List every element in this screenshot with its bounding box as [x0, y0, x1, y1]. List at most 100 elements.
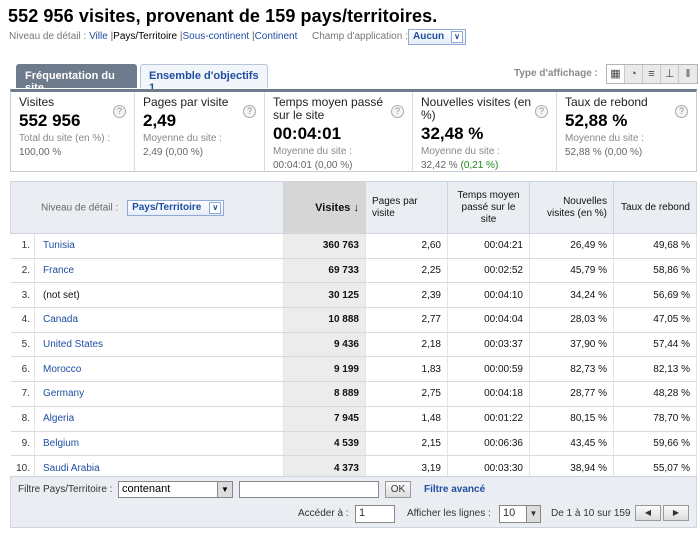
- scope-select[interactable]: Aucun ∨: [408, 29, 466, 45]
- metric-pages-par-visite: Pages par visite 2,49 Moyenne du site : …: [135, 92, 265, 171]
- metric-title: Pages par visite: [143, 95, 229, 109]
- view-type-label: Type d'affichage :: [514, 68, 598, 79]
- cell-taux-de-rebond: 47,05 %: [613, 307, 697, 333]
- help-icon[interactable]: ?: [243, 105, 256, 118]
- metric-value: 00:04:01: [273, 124, 342, 143]
- help-icon[interactable]: ?: [675, 105, 688, 118]
- cell-taux-de-rebond: 82,13 %: [613, 356, 697, 383]
- rows-select[interactable]: 10 ▼: [499, 505, 541, 523]
- row-country: Tunisia: [34, 233, 284, 259]
- cell-temps-moyen: 00:02:52: [447, 258, 530, 284]
- metric-sub-label: Moyenne du site :: [565, 133, 644, 144]
- pagination-range: De 1 à 10 sur 159: [551, 508, 631, 519]
- country-link[interactable]: Morocco: [43, 364, 81, 375]
- filter-input[interactable]: [239, 481, 379, 498]
- cell-temps-moyen: 00:04:21: [447, 233, 530, 259]
- cell-nouvelles-visites: 80,15 %: [529, 406, 614, 432]
- metric-sub-value: 52,88 % (0,00 %): [565, 147, 643, 158]
- cell-pages-par-visite: 2,77: [365, 307, 448, 333]
- help-icon[interactable]: ?: [535, 105, 548, 118]
- cell-pages-par-visite: 2,39: [365, 282, 448, 309]
- cell-nouvelles-visites: 43,45 %: [529, 431, 614, 457]
- col-temps-moyen[interactable]: Temps moyen passé sur le site: [447, 181, 530, 234]
- cell-pages-par-visite: 1,48: [365, 406, 448, 432]
- cell-taux-de-rebond: 59,66 %: [613, 431, 697, 457]
- cell-visites: 8 889: [283, 381, 366, 407]
- table-row: 5. United States 9 436 2,18 00:03:37 37,90 % 5…: [10, 332, 697, 358]
- pivot-view-icon[interactable]: ‖: [679, 65, 697, 83]
- cell-temps-moyen: 00:04:18: [447, 381, 530, 407]
- cell-visites: 10 888: [283, 307, 366, 333]
- filter-operator-value: contenant: [122, 483, 171, 495]
- table-view-icon[interactable]: ▦: [607, 65, 625, 83]
- row-number: 5.: [10, 332, 35, 358]
- prev-page-button[interactable]: ◀: [635, 505, 661, 521]
- page-title: 552 956 visites, provenant de 159 pays/t…: [8, 6, 438, 26]
- table-row: 3. (not set) 30 125 2,39 00:04:10 34,24 % 56,6…: [10, 282, 697, 309]
- row-number: 4.: [10, 307, 35, 333]
- help-icon[interactable]: ?: [391, 105, 404, 118]
- filter-label: Filtre Pays/Territoire :: [18, 484, 113, 495]
- dimension-select[interactable]: Pays/Territoire ∨: [127, 199, 225, 216]
- cell-visites: 4 539: [283, 431, 366, 457]
- metric-sub-value: 32,42 %: [421, 160, 461, 171]
- metric-sub-label: Moyenne du site :: [421, 146, 500, 157]
- cell-temps-moyen: 00:03:37: [447, 332, 530, 358]
- detail-level-continent[interactable]: Continent: [255, 31, 298, 42]
- chevron-down-icon: ∨: [209, 201, 222, 214]
- col-taux-de-rebond[interactable]: Taux de rebond: [613, 181, 697, 234]
- next-page-button[interactable]: ▶: [663, 505, 689, 521]
- detail-level-bar: Niveau de détail : Ville |Pays/Territoir…: [9, 31, 298, 42]
- cell-nouvelles-visites: 28,03 %: [529, 307, 614, 333]
- cell-nouvelles-visites: 37,90 %: [529, 332, 614, 358]
- cell-taux-de-rebond: 56,69 %: [613, 282, 697, 309]
- cell-visites: 9 199: [283, 356, 366, 383]
- dimension-label: Niveau de détail :: [41, 202, 119, 214]
- goto-label: Accéder à :: [298, 508, 349, 519]
- country-link[interactable]: United States: [43, 339, 103, 350]
- pie-view-icon[interactable]: ◔: [625, 65, 643, 83]
- detail-level-ville[interactable]: Ville: [89, 31, 108, 42]
- row-country: France: [34, 258, 284, 284]
- help-icon[interactable]: ?: [113, 105, 126, 118]
- cell-taux-de-rebond: 57,44 %: [613, 332, 697, 358]
- country-link[interactable]: Germany: [43, 388, 84, 399]
- table-row: 1. Tunisia 360 763 2,60 00:04:21 26,49 % 49,68…: [10, 233, 697, 259]
- filter-operator-select[interactable]: contenant ▼: [118, 481, 233, 498]
- tab-objectifs[interactable]: Ensemble d'objectifs 1: [140, 64, 268, 94]
- comparison-view-icon[interactable]: ⊥: [661, 65, 679, 83]
- metric-title: Nouvelles visites (en %): [421, 95, 532, 122]
- country-link[interactable]: Saudi Arabia: [43, 463, 100, 474]
- metric-visites: Visites 552 956 Total du site (en %) : 1…: [11, 92, 135, 171]
- metric-value: 32,48 %: [421, 124, 484, 143]
- goto-input[interactable]: 1: [355, 505, 395, 523]
- col-nouvelles-visites[interactable]: Nouvelles visites (en %): [529, 181, 614, 234]
- sort-arrow-icon: ↓: [353, 201, 360, 214]
- dimension-header: Niveau de détail : Pays/Territoire ∨: [10, 181, 284, 234]
- bar-view-icon[interactable]: ≡: [643, 65, 661, 83]
- tab-frequentation[interactable]: Fréquentation du site: [16, 64, 137, 94]
- cell-temps-moyen: 00:04:04: [447, 307, 530, 333]
- metric-value: 2,49: [143, 111, 177, 130]
- cell-pages-par-visite: 2,15: [365, 431, 448, 457]
- country-link[interactable]: France: [43, 265, 74, 276]
- ok-button[interactable]: OK: [385, 481, 411, 498]
- country-link[interactable]: Belgium: [43, 438, 79, 449]
- metric-sub-value: 100,00 %: [19, 147, 62, 158]
- cell-nouvelles-visites: 26,49 %: [529, 233, 614, 259]
- col-visites[interactable]: Visites ↓: [283, 181, 366, 234]
- detail-level-sous-continent[interactable]: Sous-continent: [182, 31, 249, 42]
- cell-nouvelles-visites: 82,73 %: [529, 356, 614, 383]
- metric-sub-label: Moyenne du site :: [273, 146, 352, 157]
- detail-level-pays: Pays/Territoire: [113, 31, 178, 42]
- cell-taux-de-rebond: 58,86 %: [613, 258, 697, 284]
- metric-sub-label: Total du site (en %) :: [19, 133, 111, 144]
- cell-visites: 69 733: [283, 258, 366, 284]
- metric-temps-moyen: Temps moyen passé sur le site 00:04:01 M…: [265, 92, 413, 171]
- row-number: 1.: [10, 233, 35, 259]
- country-link[interactable]: Tunisia: [43, 240, 75, 251]
- country-link[interactable]: Algeria: [43, 413, 74, 424]
- col-pages-par-visite[interactable]: Pages par visite: [365, 181, 448, 234]
- advanced-filter-link[interactable]: Filtre avancé: [424, 484, 485, 495]
- country-link[interactable]: Canada: [43, 314, 78, 325]
